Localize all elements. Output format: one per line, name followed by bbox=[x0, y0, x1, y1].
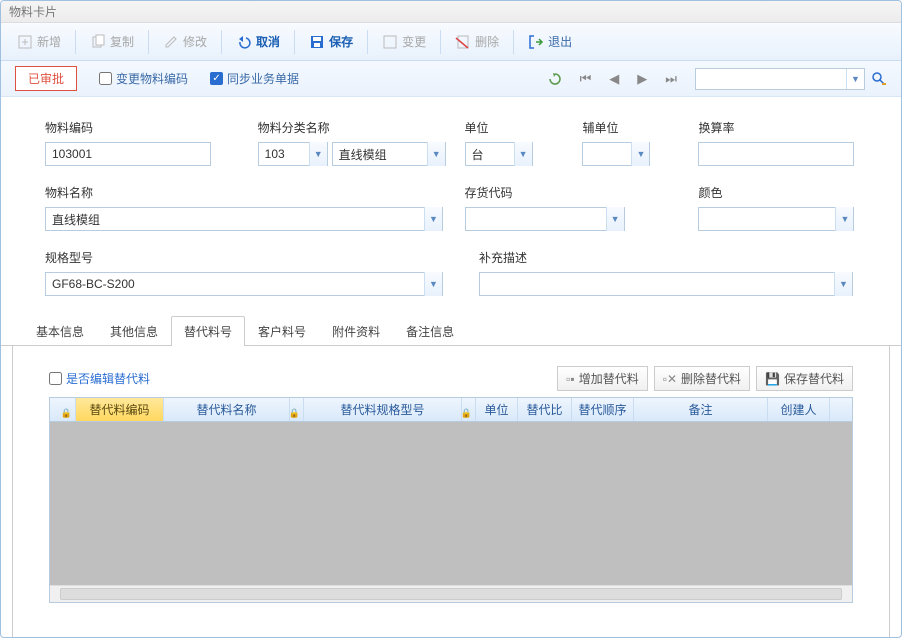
tab-cust-code[interactable]: 客户料号 bbox=[245, 316, 319, 346]
name-label: 物料名称 bbox=[45, 184, 465, 201]
desc-select[interactable]: ▼ bbox=[479, 272, 853, 296]
chevron-down-icon: ▼ bbox=[834, 272, 852, 296]
exit-button[interactable]: 退出 bbox=[520, 29, 580, 54]
name-select[interactable]: 直线模组▼ bbox=[45, 207, 443, 231]
cat-code-select[interactable]: 103▼ bbox=[258, 142, 328, 166]
chevron-down-icon: ▼ bbox=[606, 207, 624, 231]
grid-header-cell[interactable]: 🔒 bbox=[50, 398, 76, 421]
change-button[interactable]: 变更 bbox=[374, 29, 434, 54]
grid-header-cell[interactable]: 替代比 bbox=[518, 398, 572, 421]
chevron-down-icon: ▼ bbox=[631, 142, 649, 166]
grid-header-cell[interactable]: 替代顺序 bbox=[572, 398, 634, 421]
rate-input[interactable] bbox=[698, 142, 854, 166]
save-button[interactable]: 保存 bbox=[301, 29, 361, 54]
nav-prev-icon[interactable]: ◀ bbox=[609, 71, 619, 87]
second-toolbar: 已审批 变更物料编码 ✓同步业务单据 ⏮ ◀ ▶ ⏭ ▼ bbox=[1, 61, 901, 97]
grid-header-cell[interactable]: 替代料名称 bbox=[164, 398, 290, 421]
grid-header-cell[interactable]: 创建人 bbox=[768, 398, 830, 421]
sub-toolbar: 是否编辑替代料 ▫▪增加替代料 ▫✕删除替代料 💾保存替代料 bbox=[49, 366, 853, 391]
copy-button[interactable]: 复制 bbox=[82, 29, 142, 54]
chevron-down-icon: ▼ bbox=[309, 142, 327, 166]
chevron-down-icon: ▼ bbox=[427, 142, 445, 166]
status-badge[interactable]: 已审批 bbox=[15, 66, 77, 91]
sync-biz-checkbox[interactable]: ✓同步业务单据 bbox=[210, 70, 299, 87]
copy-icon bbox=[90, 34, 106, 50]
lock-icon: 🔒 bbox=[289, 408, 300, 419]
grid-header-cell[interactable]: 替代料规格型号 bbox=[304, 398, 462, 421]
delete-icon: ▫✕ bbox=[663, 372, 677, 386]
grid-header: 🔒替代料编码替代料名称🔒替代料规格型号🔒单位替代比替代顺序备注创建人 bbox=[50, 398, 852, 422]
undo-icon bbox=[236, 34, 252, 50]
color-select[interactable]: ▼ bbox=[698, 207, 854, 231]
cancel-button[interactable]: 取消 bbox=[228, 29, 288, 54]
lock-icon: 🔒 bbox=[461, 408, 472, 419]
edit-alt-checkbox[interactable]: 是否编辑替代料 bbox=[49, 370, 150, 387]
cat-name-select[interactable]: 直线模组▼ bbox=[332, 142, 446, 166]
grid-header-cell[interactable]: 单位 bbox=[476, 398, 518, 421]
change-code-checkbox[interactable]: 变更物料编码 bbox=[99, 70, 188, 87]
chevron-down-icon: ▼ bbox=[424, 207, 442, 231]
grid-header-cell[interactable]: 🔒 bbox=[290, 398, 304, 421]
new-icon bbox=[17, 34, 33, 50]
grid-header-cell[interactable]: 🔒 bbox=[462, 398, 476, 421]
alt-grid: 🔒替代料编码替代料名称🔒替代料规格型号🔒单位替代比替代顺序备注创建人 bbox=[49, 397, 853, 603]
toolbar: 新增 复制 修改 取消 保存 变更 删除 退出 bbox=[1, 23, 901, 61]
search-combo[interactable]: ▼ bbox=[695, 68, 865, 90]
spec-label: 规格型号 bbox=[45, 249, 479, 266]
unit-label: 单位 bbox=[465, 119, 583, 136]
title-bar: 物料卡片 bbox=[1, 1, 901, 23]
add-icon: ▫▪ bbox=[566, 372, 575, 386]
stock-select[interactable]: ▼ bbox=[465, 207, 625, 231]
code-label: 物料编码 bbox=[45, 119, 258, 136]
save-icon: 💾 bbox=[765, 372, 780, 386]
unit-select[interactable]: 台▼ bbox=[465, 142, 533, 166]
chevron-down-icon: ▼ bbox=[514, 142, 532, 166]
aux-unit-select[interactable]: ▼ bbox=[582, 142, 650, 166]
stock-label: 存货代码 bbox=[465, 184, 699, 201]
code-input[interactable]: 103001 bbox=[45, 142, 211, 166]
color-label: 颜色 bbox=[698, 184, 857, 201]
grid-header-cell[interactable]: 备注 bbox=[634, 398, 768, 421]
cat-label: 物料分类名称 bbox=[258, 119, 465, 136]
tab-basic[interactable]: 基本信息 bbox=[23, 316, 97, 346]
main-window: 物料卡片 新增 复制 修改 取消 保存 变更 删除 退出 已审批 变更物料编码 … bbox=[0, 0, 902, 638]
add-alt-button[interactable]: ▫▪增加替代料 bbox=[557, 366, 648, 391]
rate-label: 换算率 bbox=[698, 119, 857, 136]
save-alt-button[interactable]: 💾保存替代料 bbox=[756, 366, 853, 391]
tab-strip: 基本信息 其他信息 替代料号 客户料号 附件资料 备注信息 bbox=[1, 316, 901, 346]
chevron-down-icon: ▼ bbox=[835, 207, 853, 231]
form-area: 物料编码103001 物料分类名称103▼直线模组▼ 单位台▼ 辅单位▼ 换算率… bbox=[1, 97, 901, 312]
edit-button[interactable]: 修改 bbox=[155, 29, 215, 54]
tab-attach[interactable]: 附件资料 bbox=[319, 316, 393, 346]
nav-last-icon[interactable]: ⏭ bbox=[665, 71, 677, 87]
check-icon: ✓ bbox=[210, 72, 223, 85]
desc-label: 补充描述 bbox=[479, 249, 853, 266]
grid-header-cell[interactable]: 替代料编码 bbox=[76, 398, 164, 421]
tab-remark[interactable]: 备注信息 bbox=[393, 316, 467, 346]
delete-icon bbox=[455, 34, 471, 50]
change-icon bbox=[382, 34, 398, 50]
nav-first-icon[interactable]: ⏮ bbox=[580, 71, 592, 87]
new-button[interactable]: 新增 bbox=[9, 29, 69, 54]
tab-alt-code[interactable]: 替代料号 bbox=[171, 316, 245, 346]
grid-scrollbar[interactable] bbox=[50, 585, 852, 602]
aux-unit-label: 辅单位 bbox=[582, 119, 698, 136]
exit-icon bbox=[528, 34, 544, 50]
edit-icon bbox=[163, 34, 179, 50]
grid-body[interactable] bbox=[50, 422, 852, 585]
save-icon bbox=[309, 34, 325, 50]
chevron-down-icon: ▼ bbox=[846, 69, 864, 89]
spec-select[interactable]: GF68-BC-S200▼ bbox=[45, 272, 443, 296]
delete-button[interactable]: 删除 bbox=[447, 29, 507, 54]
lock-icon: 🔒 bbox=[61, 408, 72, 419]
window-title: 物料卡片 bbox=[9, 3, 57, 20]
chevron-down-icon: ▼ bbox=[424, 272, 442, 296]
nav-next-icon[interactable]: ▶ bbox=[637, 71, 647, 87]
refresh-icon[interactable] bbox=[548, 72, 562, 86]
search-icon[interactable] bbox=[871, 71, 887, 87]
del-alt-button[interactable]: ▫✕删除替代料 bbox=[654, 366, 750, 391]
tab-body: 是否编辑替代料 ▫▪增加替代料 ▫✕删除替代料 💾保存替代料 🔒替代料编码替代料… bbox=[12, 346, 890, 638]
tab-other[interactable]: 其他信息 bbox=[97, 316, 171, 346]
